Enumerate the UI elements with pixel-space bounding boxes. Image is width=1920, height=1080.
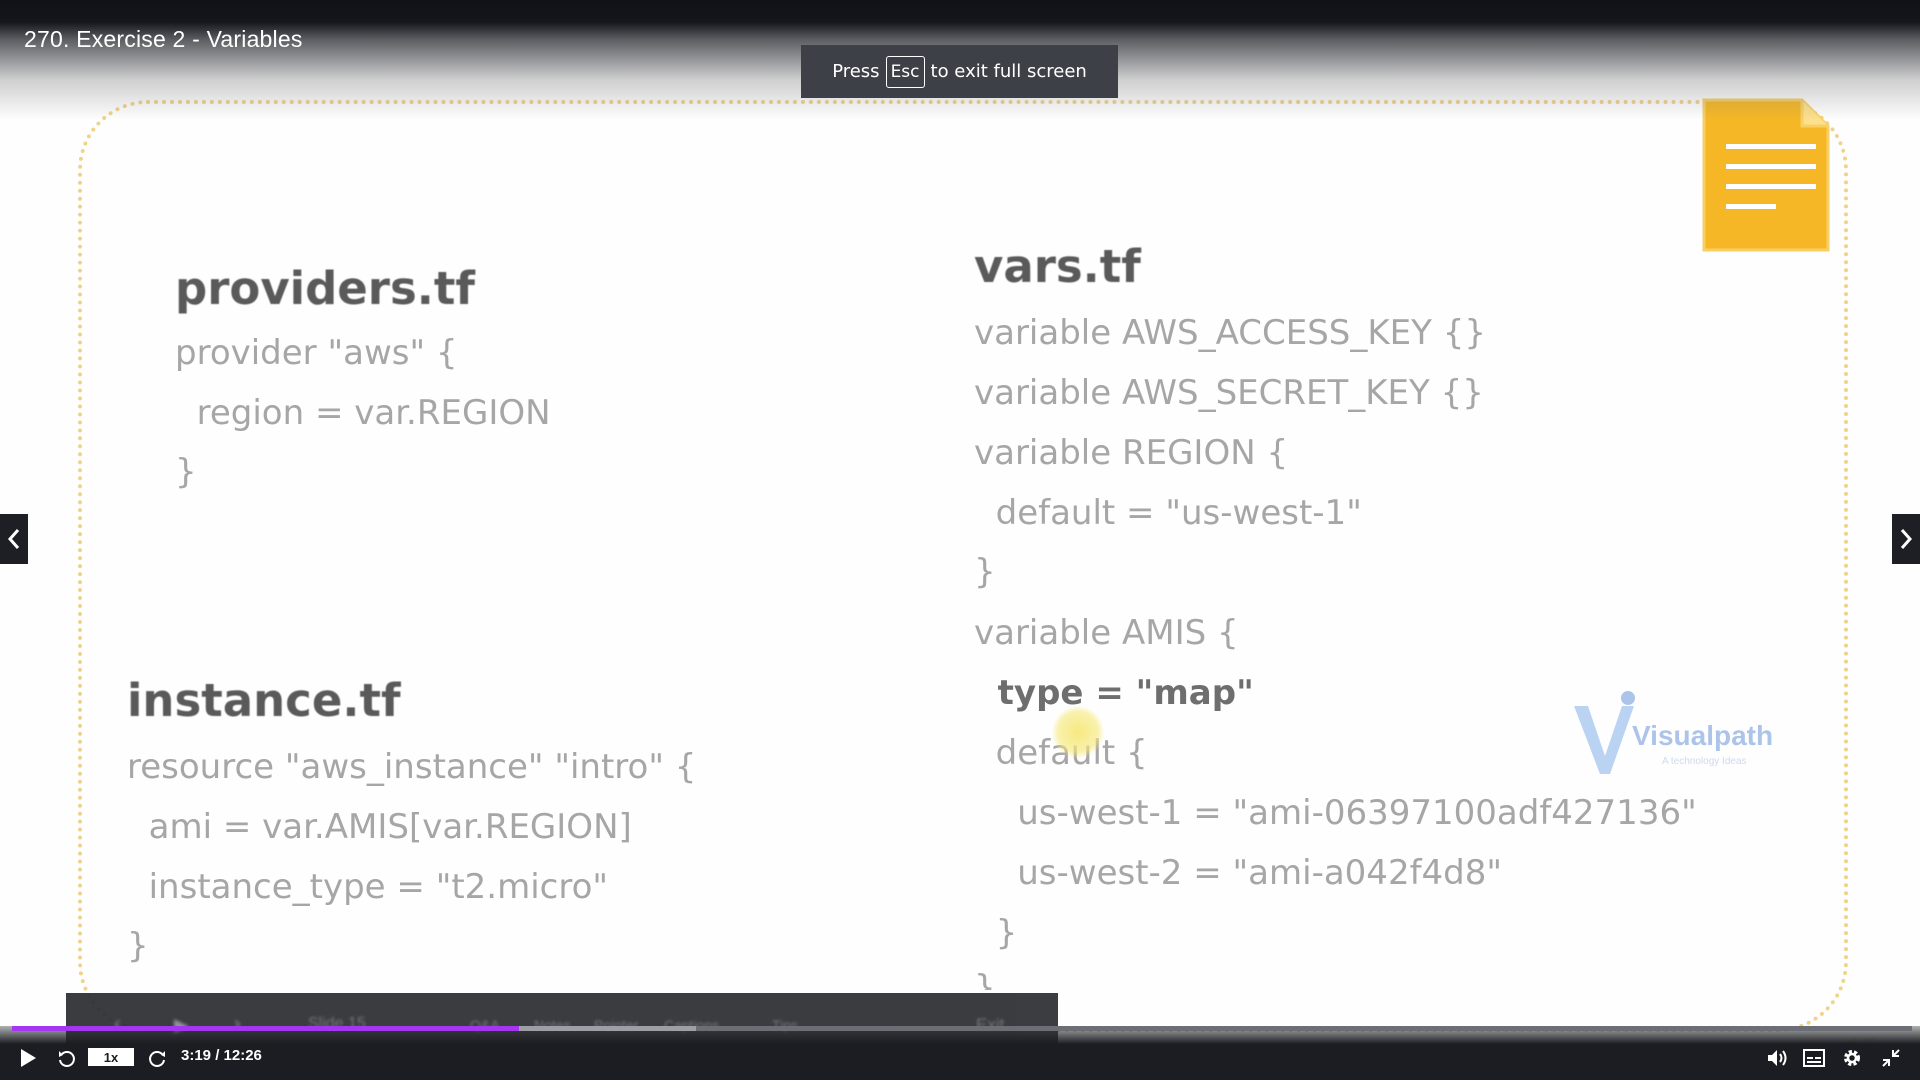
providers-heading: providers.tf — [175, 262, 475, 315]
code-line: variable AWS_ACCESS_KEY {} — [974, 313, 1486, 353]
volume-icon — [1768, 1050, 1787, 1066]
player-control-bar — [0, 1026, 1920, 1080]
play-button[interactable] — [16, 1046, 40, 1070]
code-line: region = var.REGION — [175, 393, 551, 433]
forward-5-icon — [149, 1051, 165, 1067]
code-line: us-west-2 = "ami-a042f4d8" — [974, 853, 1503, 893]
code-line: variable AMIS { — [974, 613, 1239, 653]
cursor-highlight — [1052, 706, 1104, 758]
play-icon — [21, 1049, 36, 1067]
watermark-name: Visualpath — [1632, 720, 1774, 751]
code-line: } — [974, 968, 996, 990]
visualpath-logo-icon — [1574, 691, 1635, 774]
progress-bar[interactable] — [12, 1026, 1912, 1031]
progress-fill — [12, 1026, 520, 1031]
rewind-5-icon — [59, 1051, 75, 1067]
video-title: 270. Exercise 2 - Variables — [24, 26, 303, 52]
gear-icon — [1844, 1050, 1860, 1066]
code-line: variable REGION { — [974, 433, 1289, 473]
toast-text-before: Press — [832, 61, 880, 82]
code-line: default = "us-west-1" — [974, 493, 1362, 533]
code-line: instance_type = "t2.micro" — [127, 867, 609, 907]
next-lecture-button[interactable] — [1892, 514, 1920, 564]
volume-button[interactable] — [1764, 1045, 1790, 1071]
code-line: } — [974, 552, 996, 592]
code-line: us-west-1 = "ami-06397100adf427136" — [974, 793, 1697, 833]
settings-button[interactable] — [1839, 1045, 1865, 1071]
transcript-icon — [1803, 1049, 1825, 1067]
chevron-left-icon — [7, 529, 20, 549]
code-line: resource "aws_instance" "intro" { — [127, 747, 697, 787]
code-line: } — [974, 913, 1018, 953]
toast-text-after: to exit full screen — [930, 61, 1087, 82]
time-display: 3:19 / 12:26 — [181, 1047, 262, 1064]
watermark-tagline: A technology Ideas — [1662, 756, 1747, 767]
chevron-right-icon — [1900, 529, 1913, 549]
code-line: provider "aws" { — [175, 333, 458, 373]
code-line: } — [127, 926, 149, 966]
video-stage[interactable]: providers.tf provider "aws" { region = v… — [0, 0, 1920, 1080]
exit-fullscreen-button[interactable] — [1878, 1045, 1904, 1071]
rewind-button[interactable] — [55, 1046, 79, 1070]
previous-lecture-button[interactable] — [0, 514, 28, 564]
code-line: variable AWS_SECRET_KEY {} — [974, 373, 1484, 413]
forward-button[interactable] — [145, 1046, 169, 1070]
code-line: ami = var.AMIS[var.REGION] — [127, 807, 632, 847]
playback-speed-button[interactable]: 1x — [88, 1048, 134, 1066]
esc-key: Esc — [885, 55, 925, 88]
captions-button[interactable] — [1801, 1045, 1827, 1071]
visualpath-watermark: Visualpath A technology Ideas — [1570, 690, 1790, 780]
code-line: type = "map" — [974, 673, 1254, 713]
fullscreen-toast: Press Esc to exit full screen — [801, 45, 1118, 98]
exit-fullscreen-icon — [1882, 1049, 1900, 1067]
instance-heading: instance.tf — [127, 674, 401, 727]
code-line: } — [175, 452, 197, 492]
vars-heading: vars.tf — [974, 240, 1141, 293]
